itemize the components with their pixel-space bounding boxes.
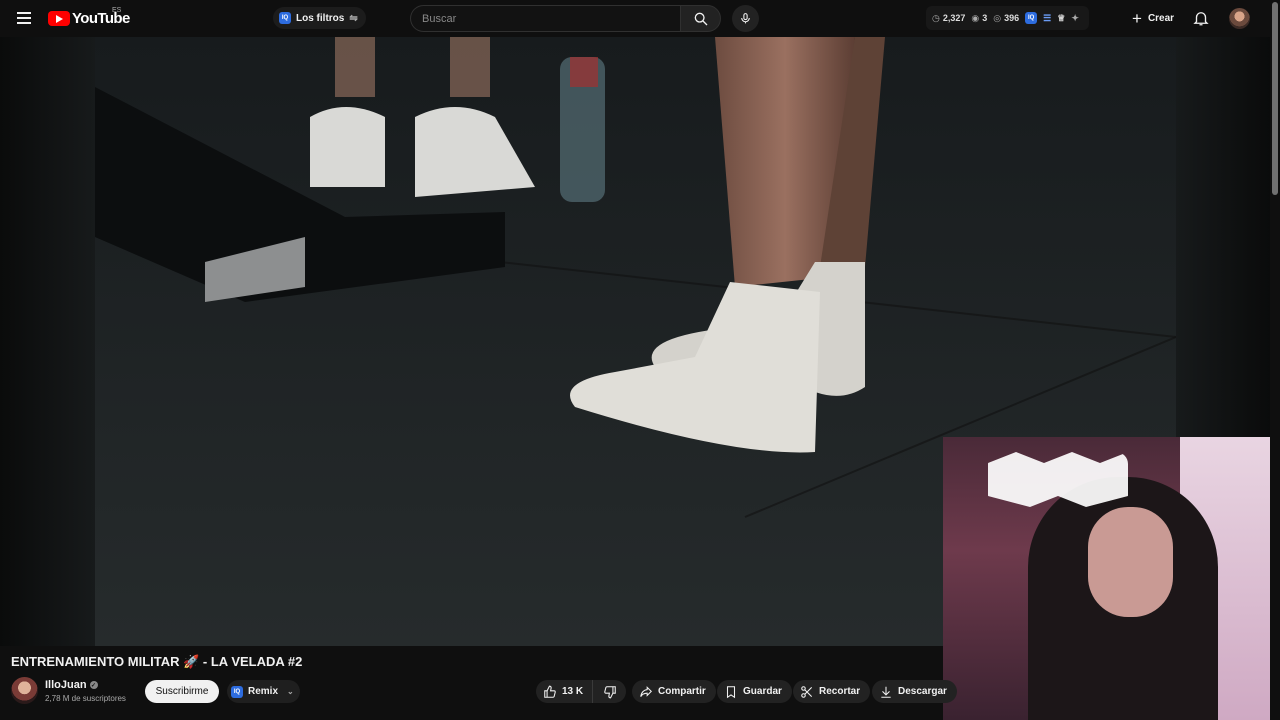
account-avatar[interactable] — [1229, 8, 1250, 29]
menu-icon[interactable] — [14, 9, 34, 27]
iq-icon: IQ — [279, 12, 291, 24]
search-input[interactable] — [410, 5, 680, 32]
filters-label: Los filtros — [296, 12, 345, 24]
download-button[interactable]: Descargar — [872, 680, 957, 703]
channel-name-link[interactable]: IlloJuan ✓ — [45, 679, 98, 691]
download-label: Descargar — [898, 686, 947, 697]
like-button[interactable]: 13 K — [536, 680, 593, 703]
webcam-overlay — [943, 437, 1280, 720]
create-label: Crear — [1147, 12, 1175, 24]
video-title: ENTRENAMIENTO MILITAR 🚀 - LA VELADA #2 — [11, 654, 303, 669]
clip-label: Recortar — [819, 686, 861, 697]
microphone-icon — [741, 13, 750, 24]
stat-other: ◎ 396 — [993, 12, 1020, 24]
search-bar — [410, 5, 721, 32]
streamer-face — [1088, 507, 1173, 617]
stat-watching: ◉ 3 — [971, 12, 988, 24]
voice-search-button[interactable] — [732, 5, 759, 32]
channel-name: IlloJuan — [45, 679, 87, 691]
save-button[interactable]: Guardar — [717, 680, 792, 703]
region-code: ES — [112, 7, 122, 14]
iq-icon[interactable]: IQ — [1025, 12, 1038, 24]
create-button[interactable]: + Crear — [1124, 7, 1182, 29]
stat-views: ◷ 2,327 — [932, 12, 966, 24]
youtube-logo[interactable]: YouTube ES — [48, 7, 130, 27]
like-count: 13 K — [562, 686, 584, 697]
channel-avatar[interactable] — [11, 677, 38, 704]
trophy-icon[interactable]: ♕ — [1057, 13, 1065, 24]
tune-icon: ⇋ — [349, 12, 358, 24]
scissors-icon — [801, 685, 813, 698]
eye-outline-icon: ◎ — [993, 12, 1002, 23]
top-bar: YouTube ES IQ Los filtros ⇋ ◷2,327 ◉3 ◎3… — [0, 0, 1280, 37]
list-icon[interactable]: ☰ — [1043, 13, 1051, 24]
share-button[interactable]: Compartir — [632, 680, 716, 703]
remix-button[interactable]: IQ Remix ⌄ — [227, 680, 300, 703]
bell-icon — [1193, 12, 1209, 26]
stats-widget[interactable]: ◷ 2,327 ◉ 3 ◎ 396 IQ ☰ ♕ ✦ — [926, 6, 1089, 30]
letterbox-left — [0, 37, 95, 646]
clock-icon: ◷ — [932, 12, 940, 23]
dislike-button[interactable] — [593, 680, 626, 703]
thumbs-up-icon — [544, 685, 556, 698]
notifications-button[interactable] — [1192, 9, 1210, 27]
share-icon — [640, 685, 652, 697]
chevron-down-icon[interactable]: ⌄ — [287, 687, 294, 696]
filters-button[interactable]: IQ Los filtros ⇋ — [273, 7, 366, 29]
eye-icon: ◉ — [971, 12, 980, 23]
subscriber-count: 2,78 M de suscriptores — [45, 694, 126, 703]
verified-icon: ✓ — [89, 681, 98, 689]
page-scrollbar[interactable] — [1270, 0, 1280, 720]
youtube-play-icon — [48, 10, 70, 26]
bookmark-icon — [726, 685, 736, 698]
clip-button[interactable]: Recortar — [793, 680, 871, 703]
download-icon — [881, 686, 891, 698]
iq-icon: IQ — [231, 685, 243, 698]
remix-label: Remix — [248, 686, 279, 697]
plus-icon: + — [1132, 8, 1142, 28]
search-button[interactable] — [680, 5, 721, 32]
search-icon — [694, 12, 707, 25]
scrollbar-thumb[interactable] — [1272, 2, 1278, 195]
save-label: Guardar — [743, 686, 782, 697]
share-label: Compartir — [658, 686, 706, 697]
subscribe-button[interactable]: Suscribirme — [145, 680, 219, 703]
sparkle-icon[interactable]: ✦ — [1071, 13, 1079, 24]
like-dislike-group: 13 K — [536, 680, 626, 703]
thumbs-down-icon — [603, 685, 616, 698]
